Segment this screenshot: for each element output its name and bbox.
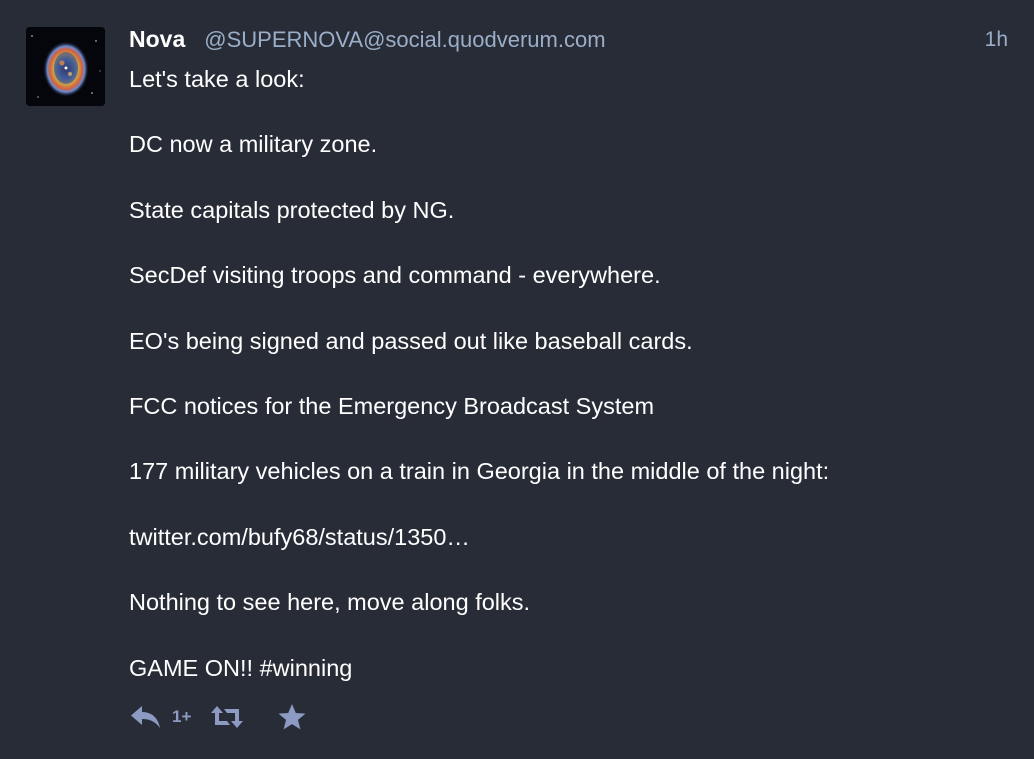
status-paragraph: State capitals protected by NG. [129, 196, 455, 223]
status-header: Nova @SUPERNOVA@social.quodverum.com [129, 26, 1014, 54]
status-paragraph: Nothing to see here, move along folks. [129, 589, 531, 616]
account-handle[interactable]: @SUPERNOVA@social.quodverum.com [204, 27, 605, 53]
retweet-icon [211, 706, 244, 728]
status-paragraph: 177 military vehicles on a train in Geor… [129, 458, 830, 485]
star-icon [278, 704, 306, 730]
status-card: Nova @SUPERNOVA@social.quodverum.com 1h … [0, 0, 1034, 759]
favourite-button[interactable] [277, 703, 307, 731]
reply-icon [131, 706, 160, 728]
reply-button[interactable]: 1+ [130, 704, 191, 730]
status-paragraph: GAME ON!! #winning [129, 654, 353, 681]
supernova-avatar-image [26, 27, 105, 106]
status-paragraph: Let's take a look: [129, 66, 305, 92]
display-name[interactable]: Nova [129, 26, 185, 53]
status-paragraph: EO's being signed and passed out like ba… [129, 327, 693, 354]
status-paragraph: SecDef visiting troops and command - eve… [129, 262, 661, 289]
status-link[interactable]: twitter.com/bufy68/status/1350… [129, 522, 1009, 552]
status-paragraph: FCC notices for the Emergency Broadcast … [129, 392, 655, 419]
relative-time[interactable]: 1h [985, 28, 1008, 52]
status-action-bar: 1+ [130, 700, 307, 734]
reblog-button[interactable] [210, 705, 244, 729]
avatar[interactable] [26, 27, 105, 106]
reply-count: 1+ [172, 707, 192, 726]
status-content: Let's take a look: DC now a military zon… [129, 64, 1009, 683]
status-paragraph: DC now a military zone. [129, 131, 378, 158]
